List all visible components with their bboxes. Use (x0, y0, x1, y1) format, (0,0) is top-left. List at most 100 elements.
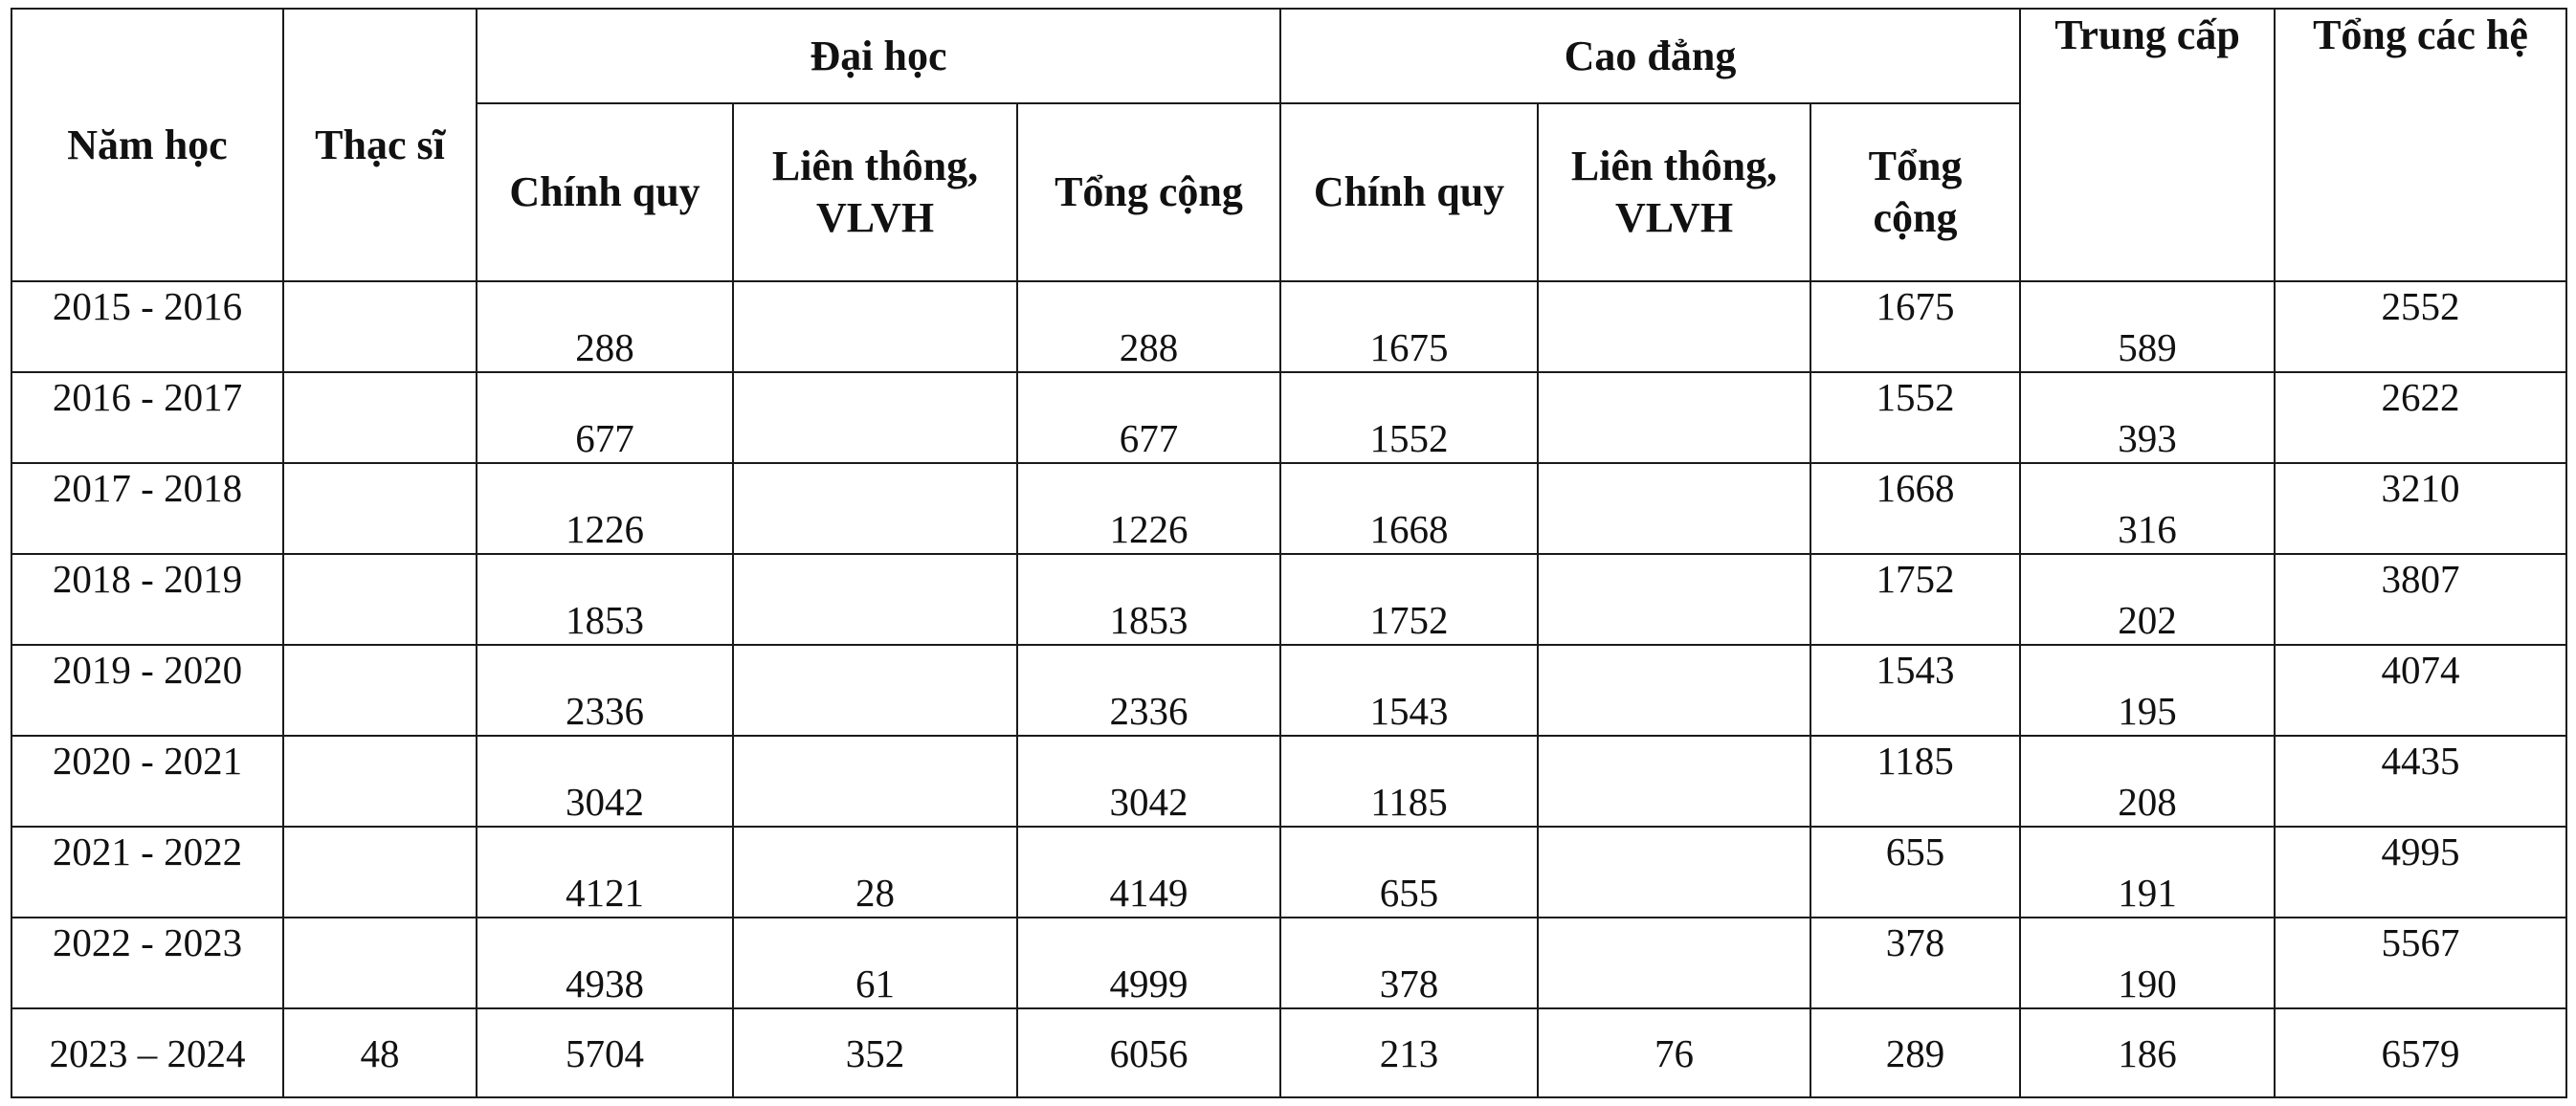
cell-trung-cap: 186 (2019, 1007, 2276, 1098)
cell-dh-chinh-quy: 1226 (476, 462, 734, 555)
cell-tong-cac-he: 4074 (2274, 644, 2568, 737)
cell-nam-hoc: 2020 - 2021 (11, 735, 284, 828)
cell-trung-cap: 316 (2019, 462, 2276, 555)
cell-thac-si (282, 553, 477, 646)
cell-dh-tong-cong: 677 (1016, 371, 1281, 464)
header-dh-chinh-quy: Chính quy (476, 102, 734, 282)
cell-nam-hoc: 2015 - 2016 (11, 280, 284, 373)
cell-dh-tong-cong: 6056 (1016, 1007, 1281, 1098)
cell-cd-lien-thong: 76 (1537, 1007, 1811, 1098)
cell-cd-tong-cong: 1185 (1809, 735, 2022, 828)
cell-trung-cap: 191 (2019, 826, 2276, 918)
cell-cd-lien-thong (1537, 371, 1811, 464)
cell-dh-tong-cong: 4149 (1016, 826, 1281, 918)
cell-cd-tong-cong: 1543 (1809, 644, 2022, 737)
header-cd-lien-thong-line1: Liên thông, (1570, 143, 1778, 189)
cell-nam-hoc: 2019 - 2020 (11, 644, 284, 737)
cell-cd-tong-cong: 655 (1809, 826, 2022, 918)
cell-cd-tong-cong: 289 (1809, 1007, 2022, 1098)
table-header: Năm học Thạc sĩ Đại học Cao đẳng Trung c… (11, 8, 2568, 282)
cell-dh-chinh-quy: 4938 (476, 917, 734, 1009)
cell-dh-chinh-quy: 1853 (476, 553, 734, 646)
cell-dh-tong-cong: 288 (1016, 280, 1281, 373)
cell-cd-chinh-quy: 1185 (1279, 735, 1539, 828)
cell-trung-cap: 195 (2019, 644, 2276, 737)
table-row: 2020 - 2021 3042 3042 1185 1185 208 4435 (11, 735, 2568, 828)
cell-cd-lien-thong (1537, 644, 1811, 737)
cell-cd-chinh-quy: 1675 (1279, 280, 1539, 373)
table-row: 2023 – 2024 48 5704 352 6056 213 76 289 … (11, 1007, 2568, 1098)
cell-dh-lien-thong: 352 (732, 1007, 1018, 1098)
cell-thac-si: 48 (282, 1007, 477, 1098)
cell-dh-lien-thong (732, 735, 1018, 828)
cell-nam-hoc: 2023 – 2024 (11, 1007, 284, 1098)
cell-dh-tong-cong: 4999 (1016, 917, 1281, 1009)
header-tong-cac-he: Tổng các hệ (2274, 8, 2568, 282)
cell-thac-si (282, 280, 477, 373)
cell-thac-si (282, 826, 477, 918)
cell-thac-si (282, 735, 477, 828)
header-dh-lien-thong-line1: Liên thông, (771, 143, 979, 189)
table-row: 2019 - 2020 2336 2336 1543 1543 195 4074 (11, 644, 2568, 737)
cell-cd-chinh-quy: 1752 (1279, 553, 1539, 646)
cell-nam-hoc: 2021 - 2022 (11, 826, 284, 918)
cell-dh-tong-cong: 1853 (1016, 553, 1281, 646)
cell-cd-chinh-quy: 1552 (1279, 371, 1539, 464)
cell-tong-cac-he: 2622 (2274, 371, 2568, 464)
cell-tong-cac-he: 5567 (2274, 917, 2568, 1009)
cell-thac-si (282, 371, 477, 464)
header-thac-si: Thạc sĩ (282, 8, 477, 282)
cell-dh-lien-thong (732, 280, 1018, 373)
cell-cd-lien-thong (1537, 917, 1811, 1009)
cell-dh-tong-cong: 1226 (1016, 462, 1281, 555)
cell-nam-hoc: 2016 - 2017 (11, 371, 284, 464)
cell-tong-cac-he: 4995 (2274, 826, 2568, 918)
cell-dh-chinh-quy: 2336 (476, 644, 734, 737)
cell-cd-chinh-quy: 655 (1279, 826, 1539, 918)
cell-cd-lien-thong (1537, 735, 1811, 828)
cell-nam-hoc: 2022 - 2023 (11, 917, 284, 1009)
header-cd-chinh-quy: Chính quy (1279, 102, 1539, 282)
cell-trung-cap: 589 (2019, 280, 2276, 373)
cell-dh-tong-cong: 2336 (1016, 644, 1281, 737)
cell-cd-chinh-quy: 1668 (1279, 462, 1539, 555)
cell-trung-cap: 202 (2019, 553, 2276, 646)
cell-tong-cac-he: 6579 (2274, 1007, 2568, 1098)
table-row: 2016 - 2017 677 677 1552 1552 393 2622 (11, 371, 2568, 464)
cell-cd-chinh-quy: 213 (1279, 1007, 1539, 1098)
cell-nam-hoc: 2017 - 2018 (11, 462, 284, 555)
cell-cd-tong-cong: 1752 (1809, 553, 2022, 646)
cell-tong-cac-he: 3210 (2274, 462, 2568, 555)
cell-tong-cac-he: 4435 (2274, 735, 2568, 828)
cell-cd-tong-cong: 1675 (1809, 280, 2022, 373)
cell-cd-tong-cong: 1552 (1809, 371, 2022, 464)
cell-cd-lien-thong (1537, 553, 1811, 646)
cell-dh-chinh-quy: 5704 (476, 1007, 734, 1098)
cell-cd-tong-cong: 378 (1809, 917, 2022, 1009)
cell-dh-lien-thong: 61 (732, 917, 1018, 1009)
header-cd-tong-cong-line2: cộng (1873, 194, 1958, 241)
cell-dh-lien-thong (732, 371, 1018, 464)
cell-cd-lien-thong (1537, 826, 1811, 918)
header-dh-lien-thong-line2: VLVH (815, 194, 935, 241)
cell-trung-cap: 208 (2019, 735, 2276, 828)
header-cd-tong-cong-line1: Tổng (1868, 143, 1963, 189)
header-dh-tong-cong: Tổng cộng (1016, 102, 1281, 282)
table-row: 2015 - 2016 288 288 1675 1675 589 2552 (11, 280, 2568, 373)
header-cd-lien-thong-line2: VLVH (1614, 194, 1734, 241)
cell-cd-tong-cong: 1668 (1809, 462, 2022, 555)
header-cd-lien-thong: Liên thông, VLVH (1537, 102, 1811, 282)
cell-dh-chinh-quy: 677 (476, 371, 734, 464)
cell-dh-lien-thong (732, 462, 1018, 555)
cell-dh-lien-thong (732, 553, 1018, 646)
header-cd-tong-cong: Tổng cộng (1809, 102, 2022, 282)
header-cao-dang: Cao đẳng (1278, 8, 2022, 104)
cell-thac-si (282, 644, 477, 737)
cell-tong-cac-he: 3807 (2274, 553, 2568, 646)
cell-dh-chinh-quy: 3042 (476, 735, 734, 828)
cell-trung-cap: 190 (2019, 917, 2276, 1009)
cell-cd-lien-thong (1537, 280, 1811, 373)
cell-cd-chinh-quy: 1543 (1279, 644, 1539, 737)
table-row: 2021 - 2022 4121 28 4149 655 655 191 499… (11, 826, 2568, 918)
table-body: 2015 - 2016 288 288 1675 1675 589 2552 2… (11, 280, 2568, 1098)
